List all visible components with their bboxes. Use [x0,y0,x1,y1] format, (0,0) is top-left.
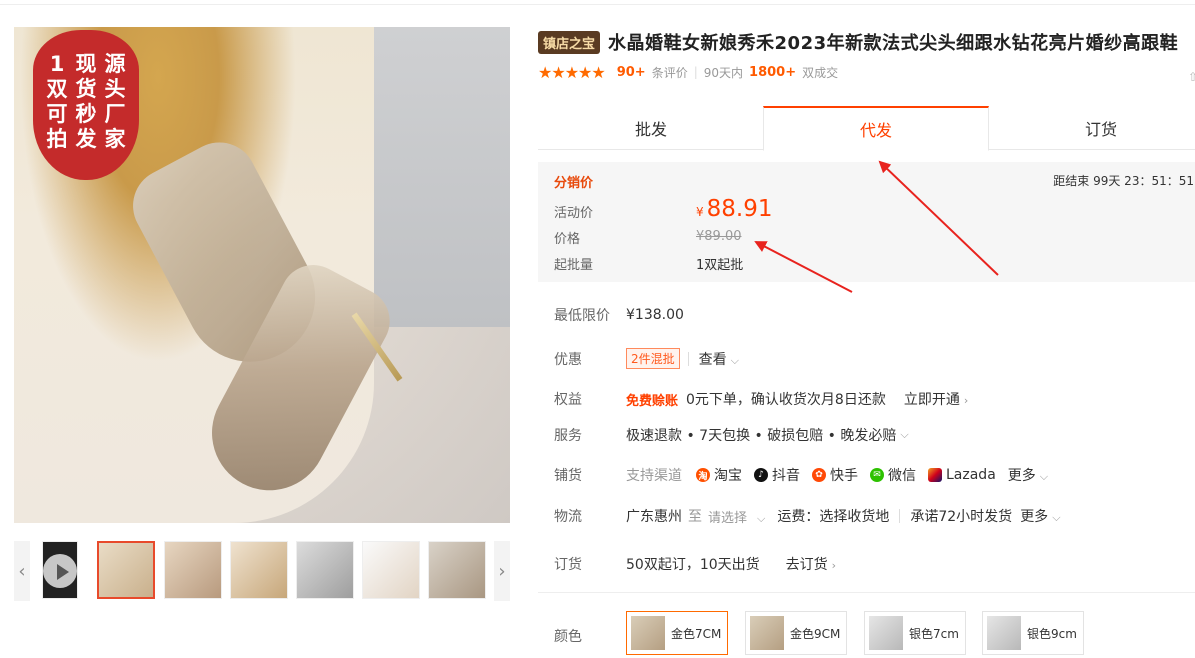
annotation-arrow-tab [878,160,999,276]
annotation-arrows [754,160,999,293]
annotation-arrow-price [754,241,853,293]
